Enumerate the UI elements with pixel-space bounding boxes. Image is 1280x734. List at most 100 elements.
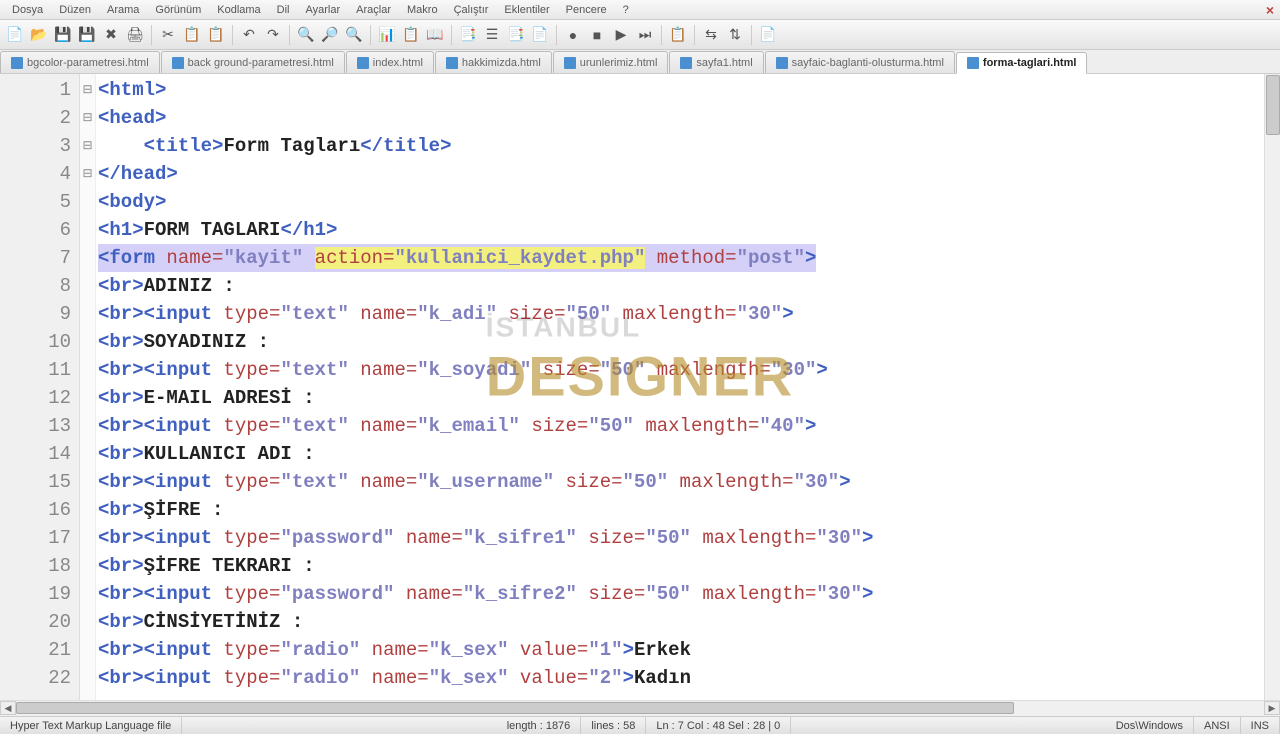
code-line-16[interactable]: <br>ŞİFRE :: [98, 496, 1264, 524]
code-line-9[interactable]: <br><input type="text" name="k_adi" size…: [98, 300, 1264, 328]
toolbar-button[interactable]: 📋: [181, 24, 203, 46]
line-number: 4: [0, 160, 71, 188]
vertical-scrollbar[interactable]: [1264, 74, 1280, 700]
code-line-20[interactable]: <br>CİNSİYETİNİZ :: [98, 608, 1264, 636]
toolbar-button[interactable]: 📑: [505, 24, 527, 46]
code-line-15[interactable]: <br><input type="text" name="k_username"…: [98, 468, 1264, 496]
toolbar-button[interactable]: 📄: [757, 24, 779, 46]
toolbar-button[interactable]: 💾: [52, 24, 74, 46]
code-line-11[interactable]: <br><input type="text" name="k_soyadi" s…: [98, 356, 1264, 384]
code-line-19[interactable]: <br><input type="password" name="k_sifre…: [98, 580, 1264, 608]
toolbar-button[interactable]: ⇅: [724, 24, 746, 46]
toolbar-button[interactable]: 📋: [400, 24, 422, 46]
menu-?[interactable]: ?: [615, 2, 637, 18]
tab-sayfaic-baglanti-olusturma-html[interactable]: sayfaic-baglanti-olusturma.html: [765, 51, 955, 73]
line-number-gutter: 12345678910111213141516171819202122: [0, 74, 80, 700]
toolbar-button[interactable]: ☰: [481, 24, 503, 46]
file-icon: [11, 57, 23, 69]
menu-eklentiler[interactable]: Eklentiler: [496, 2, 557, 18]
fold-toggle[interactable]: ⊟: [80, 160, 95, 188]
menu-düzen[interactable]: Düzen: [51, 2, 99, 18]
line-number: 7: [0, 244, 71, 272]
code-line-6[interactable]: <h1>FORM TAGLARI</h1>: [98, 216, 1264, 244]
menu-görünüm[interactable]: Görünüm: [147, 2, 209, 18]
file-icon: [564, 57, 576, 69]
line-number: 20: [0, 608, 71, 636]
tab-back ground-parametresi-html[interactable]: back ground-parametresi.html: [161, 51, 345, 73]
toolbar-button[interactable]: 📖: [424, 24, 446, 46]
toolbar-button[interactable]: ⇆: [700, 24, 722, 46]
toolbar-button[interactable]: 🖨: [124, 24, 146, 46]
toolbar-button[interactable]: ■: [586, 24, 608, 46]
code-line-13[interactable]: <br><input type="text" name="k_email" si…: [98, 412, 1264, 440]
tab-label: index.html: [373, 57, 423, 69]
code-line-4[interactable]: </head>: [98, 160, 1264, 188]
toolbar-button[interactable]: 🔍: [295, 24, 317, 46]
horizontal-scrollbar[interactable]: ◀ ▶: [0, 700, 1280, 716]
menu-ayarlar[interactable]: Ayarlar: [298, 2, 349, 18]
line-number: 3: [0, 132, 71, 160]
tab-forma-taglari-html[interactable]: forma-taglari.html: [956, 52, 1088, 74]
toolbar-button[interactable]: ✂: [157, 24, 179, 46]
menu-pencere[interactable]: Pencere: [558, 2, 615, 18]
toolbar-button[interactable]: ✖: [100, 24, 122, 46]
code-line-14[interactable]: <br>KULLANICI ADI :: [98, 440, 1264, 468]
toolbar-button[interactable]: 📄: [4, 24, 26, 46]
code-area[interactable]: <html><head> <title>Form Tagları</title>…: [96, 74, 1264, 700]
file-icon: [776, 57, 788, 69]
close-icon[interactable]: ×: [1266, 2, 1274, 18]
fold-toggle[interactable]: ⊟: [80, 132, 95, 160]
toolbar-button[interactable]: 🔍: [343, 24, 365, 46]
tab-strip: bgcolor-parametresi.htmlback ground-para…: [0, 50, 1280, 74]
fold-toggle[interactable]: ⊟: [80, 76, 95, 104]
code-line-17[interactable]: <br><input type="password" name="k_sifre…: [98, 524, 1264, 552]
scroll-left-icon[interactable]: ◀: [0, 701, 16, 715]
code-line-21[interactable]: <br><input type="radio" name="k_sex" val…: [98, 636, 1264, 664]
menu-dil[interactable]: Dil: [269, 2, 298, 18]
code-line-7[interactable]: <form name="kayit" action="kullanici_kay…: [98, 244, 1264, 272]
toolbar-button[interactable]: ⏭: [634, 24, 656, 46]
line-number: 11: [0, 356, 71, 384]
tab-bgcolor-parametresi-html[interactable]: bgcolor-parametresi.html: [0, 51, 160, 73]
toolbar-button[interactable]: ●: [562, 24, 584, 46]
toolbar-button[interactable]: ▶: [610, 24, 632, 46]
fold-toggle[interactable]: ⊟: [80, 104, 95, 132]
menu-dosya[interactable]: Dosya: [4, 2, 51, 18]
file-icon: [357, 57, 369, 69]
tab-label: forma-taglari.html: [983, 57, 1077, 69]
tab-hakkimizda-html[interactable]: hakkimizda.html: [435, 51, 552, 73]
toolbar-button[interactable]: 📑: [457, 24, 479, 46]
toolbar-button[interactable]: 📋: [667, 24, 689, 46]
menu-makro[interactable]: Makro: [399, 2, 446, 18]
tab-label: urunlerimiz.html: [580, 57, 658, 69]
toolbar-button[interactable]: 🔎: [319, 24, 341, 46]
line-number: 21: [0, 636, 71, 664]
toolbar-button[interactable]: ↶: [238, 24, 260, 46]
code-line-1[interactable]: <html>: [98, 76, 1264, 104]
toolbar-button[interactable]: 📊: [376, 24, 398, 46]
toolbar-button[interactable]: 💾: [76, 24, 98, 46]
tab-sayfa1-html[interactable]: sayfa1.html: [669, 51, 763, 73]
line-number: 17: [0, 524, 71, 552]
tab-urunlerimiz-html[interactable]: urunlerimiz.html: [553, 51, 669, 73]
code-line-3[interactable]: <title>Form Tagları</title>: [98, 132, 1264, 160]
toolbar-button[interactable]: 📂: [28, 24, 50, 46]
code-line-10[interactable]: <br>SOYADINIZ :: [98, 328, 1264, 356]
tab-index-html[interactable]: index.html: [346, 51, 434, 73]
code-line-5[interactable]: <body>: [98, 188, 1264, 216]
menu-kodlama[interactable]: Kodlama: [209, 2, 268, 18]
toolbar-button[interactable]: 📋: [205, 24, 227, 46]
code-line-8[interactable]: <br>ADINIZ :: [98, 272, 1264, 300]
code-line-2[interactable]: <head>: [98, 104, 1264, 132]
code-line-18[interactable]: <br>ŞİFRE TEKRARI :: [98, 552, 1264, 580]
toolbar-button[interactable]: ↷: [262, 24, 284, 46]
toolbar-button[interactable]: 📄: [529, 24, 551, 46]
toolbar: 📄📂💾💾✖🖨✂📋📋↶↷🔍🔎🔍📊📋📖📑☰📑📄●■▶⏭📋⇆⇅📄: [0, 20, 1280, 50]
scroll-right-icon[interactable]: ▶: [1264, 701, 1280, 715]
menu-çalıştır[interactable]: Çalıştır: [446, 2, 497, 18]
menu-araçlar[interactable]: Araçlar: [348, 2, 399, 18]
line-number: 12: [0, 384, 71, 412]
menu-arama[interactable]: Arama: [99, 2, 147, 18]
code-line-12[interactable]: <br>E-MAIL ADRESİ :: [98, 384, 1264, 412]
code-line-22[interactable]: <br><input type="radio" name="k_sex" val…: [98, 664, 1264, 692]
